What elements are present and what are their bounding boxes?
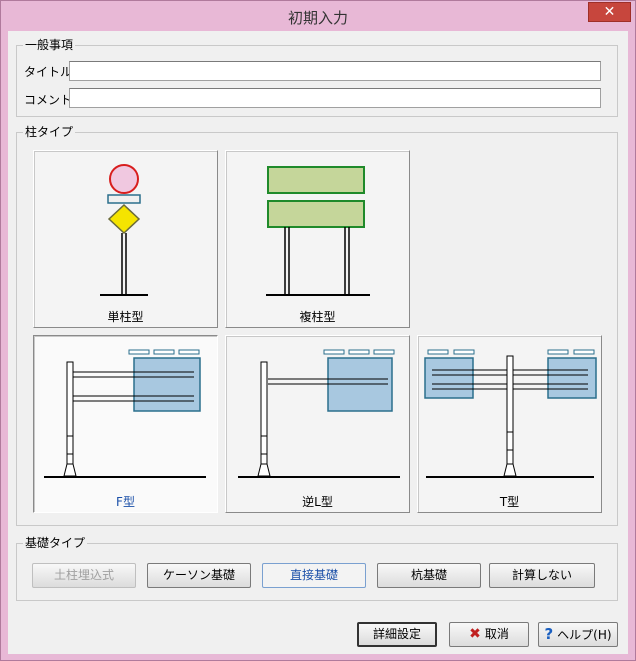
inverted-l-pillar-illustration bbox=[238, 349, 400, 478]
help-button[interactable]: ? ヘルプ(H) bbox=[538, 622, 618, 647]
pillar-option-t[interactable]: T型 bbox=[417, 335, 602, 513]
double-pillar-illustration bbox=[266, 166, 370, 296]
foundation-type-legend: 基礎タイプ bbox=[23, 536, 88, 550]
help-question-icon: ? bbox=[544, 625, 554, 643]
no-calculation-button[interactable]: 計算しない bbox=[489, 563, 595, 588]
pillar-option-label: 単柱型 bbox=[107, 310, 144, 324]
help-label: ヘルプ(H) bbox=[557, 628, 612, 642]
caisson-foundation-button[interactable]: ケーソン基礎 bbox=[147, 563, 251, 588]
pillar-type-legend: 柱タイプ bbox=[23, 125, 76, 139]
pillar-option-label: 複柱型 bbox=[299, 310, 336, 324]
pillar-type-group: 柱タイプ 単柱型 複柱型 F型 逆L型 T型 bbox=[16, 125, 618, 526]
foundation-type-group: 基礎タイプ 土柱埋込式 ケーソン基礎 直接基礎 杭基礎 計算しない bbox=[16, 536, 618, 601]
window-title: 初期入力 bbox=[287, 9, 348, 27]
cancel-button[interactable]: ✖ 取消 bbox=[449, 622, 529, 647]
title-input[interactable] bbox=[69, 61, 601, 81]
pile-foundation-button[interactable]: 杭基礎 bbox=[377, 563, 481, 588]
comment-label: コメント bbox=[24, 93, 73, 107]
pillar-option-f[interactable]: F型 bbox=[33, 335, 218, 513]
f-pillar-illustration bbox=[44, 349, 206, 478]
pillar-option-inverted-l[interactable]: 逆L型 bbox=[225, 335, 410, 513]
pillar-option-label: T型 bbox=[499, 495, 520, 509]
direct-foundation-button[interactable]: 直接基礎 bbox=[262, 563, 366, 588]
pillar-option-single[interactable]: 単柱型 bbox=[33, 150, 218, 328]
title-label: タイトル bbox=[24, 65, 73, 79]
title-bar[interactable]: 初期入力 ✕ bbox=[1, 1, 635, 31]
general-group: 一般事項 タイトル コメント bbox=[16, 38, 618, 117]
detail-settings-button[interactable]: 詳細設定 bbox=[357, 622, 437, 647]
buried-pillar-button[interactable]: 土柱埋込式 bbox=[32, 563, 136, 588]
close-button[interactable]: ✕ bbox=[588, 2, 631, 22]
dialog-body: 一般事項 タイトル コメント 柱タイプ 単柱型 複柱型 F型 逆L型 T型 基礎… bbox=[8, 31, 628, 654]
cancel-label: 取消 bbox=[484, 627, 509, 641]
cancel-x-icon: ✖ bbox=[469, 626, 481, 642]
close-icon: ✕ bbox=[603, 4, 616, 20]
t-pillar-illustration bbox=[424, 349, 597, 478]
pillar-option-label: F型 bbox=[116, 495, 135, 509]
pillar-option-double[interactable]: 複柱型 bbox=[225, 150, 410, 328]
dialog-window: 初期入力 ✕ 一般事項 タイトル コメント 柱タイプ 単柱型 複柱型 F型 逆L… bbox=[0, 0, 636, 661]
pillar-option-label: 逆L型 bbox=[302, 495, 333, 509]
comment-input[interactable] bbox=[69, 88, 601, 108]
general-legend: 一般事項 bbox=[23, 38, 76, 52]
single-pillar-illustration bbox=[100, 164, 148, 296]
